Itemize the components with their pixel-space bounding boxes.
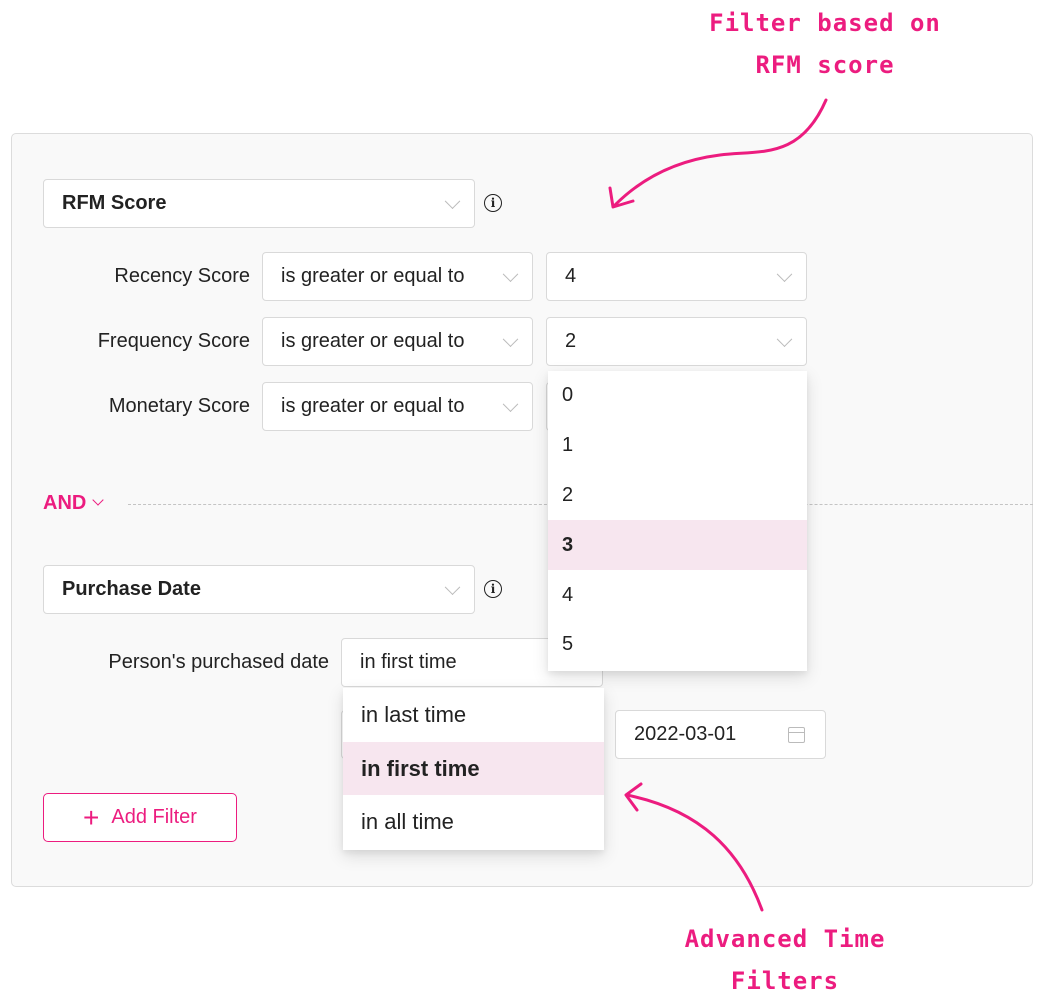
arrow-time <box>625 793 764 912</box>
arrow-rfm <box>613 98 828 207</box>
annotation-arrows <box>608 98 828 912</box>
